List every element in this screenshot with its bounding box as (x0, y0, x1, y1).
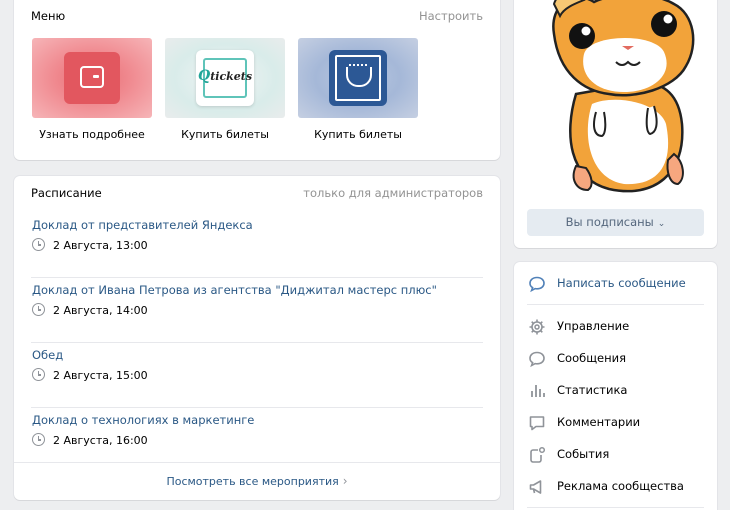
bar-chart-icon (531, 385, 545, 397)
events-icon (530, 446, 546, 463)
menu-title: Меню (31, 9, 66, 23)
event-time: 2 Августа, 16:00 (53, 434, 148, 447)
manage-label: Управление (557, 319, 630, 333)
write-message-button[interactable]: Написать сообщение (527, 273, 704, 297)
menu-item-thumbnail[interactable]: Qtickets (165, 38, 285, 118)
divider (527, 304, 704, 305)
comment-icon (529, 416, 545, 431)
statistics-link[interactable]: Статистика (527, 380, 704, 404)
subscribed-label: Вы подписаны (565, 215, 654, 229)
message-bubble-icon (529, 351, 545, 368)
ticket-cup-icon (335, 55, 381, 101)
community-ads-link[interactable]: Реклама сообщества (527, 476, 704, 500)
divider (527, 507, 704, 508)
megaphone-icon (529, 480, 542, 494)
schedule-admin-note: только для администраторов (303, 186, 483, 200)
event-time: 2 Августа, 15:00 (53, 369, 148, 382)
menu-item-thumbnail[interactable] (298, 38, 418, 118)
message-bubble-icon (529, 276, 545, 293)
menu-item-label: Узнать подробнее (39, 128, 145, 141)
messages-label: Сообщения (557, 351, 627, 365)
comments-label: Комментарии (557, 415, 641, 429)
community-actions-card: Написать сообщение Управление Сообщения … (514, 262, 717, 510)
community-ads-label: Реклама сообщества (557, 479, 684, 493)
wallet-icon (80, 66, 104, 88)
clock-icon (32, 368, 45, 381)
event-title-link[interactable]: Доклад от Ивана Петрова из агентства "Ди… (32, 283, 437, 297)
event-title-link[interactable]: Обед (32, 348, 63, 362)
gear-icon (529, 319, 545, 335)
qtickets-logo: Qtickets (198, 68, 253, 84)
all-events-label: Посмотреть все мероприятия (166, 475, 339, 488)
menu-item-thumbnail[interactable] (32, 38, 152, 118)
menu-item-buy-tickets[interactable]: Купить билеты (298, 38, 418, 141)
event-item: Обед 2 Августа, 15:00 (31, 343, 483, 408)
events-label: События (557, 447, 610, 461)
write-message-label: Написать сообщение (557, 276, 686, 290)
chevron-down-icon: ⌄ (657, 219, 666, 229)
event-time: 2 Августа, 14:00 (53, 304, 148, 317)
clock-icon (32, 433, 45, 446)
schedule-header: Расписание только для администраторов (31, 186, 483, 206)
menu-card: Меню Настроить Узнать подробнее Qtickets… (14, 0, 500, 160)
subscribed-button[interactable]: Вы подписаны ⌄ (527, 209, 704, 236)
clock-icon (32, 303, 45, 316)
schedule-card: Расписание только для администраторов До… (14, 176, 500, 500)
statistics-label: Статистика (557, 383, 628, 397)
menu-item-label: Купить билеты (314, 128, 402, 141)
menu-item-label: Купить билеты (181, 128, 269, 141)
event-item: Доклад от представителей Яндекса 2 Авгус… (31, 213, 483, 278)
chevron-right-icon: › (342, 474, 348, 488)
event-title-link[interactable]: Доклад о технологиях в маркетинге (32, 413, 254, 427)
menu-settings-link[interactable]: Настроить (419, 9, 483, 23)
event-item: Доклад от Ивана Петрова из агентства "Ди… (31, 278, 483, 343)
community-avatar-card: Вы подписаны ⌄ (514, 0, 717, 248)
schedule-title: Расписание (31, 186, 102, 200)
menu-item-buy-tickets-qtickets[interactable]: Qtickets Купить билеты (165, 38, 285, 141)
comments-link[interactable]: Комментарии (527, 412, 704, 436)
hamster-avatar[interactable] (514, 0, 717, 204)
manage-link[interactable]: Управление (527, 316, 704, 340)
clock-icon (32, 238, 45, 251)
event-title-link[interactable]: Доклад от представителей Яндекса (32, 218, 253, 232)
menu-item-learn-more[interactable]: Узнать подробнее (32, 38, 152, 141)
event-time: 2 Августа, 13:00 (53, 239, 148, 252)
events-link[interactable]: События (527, 444, 704, 468)
all-events-link[interactable]: Посмотреть все мероприятия › (14, 462, 500, 500)
messages-link[interactable]: Сообщения (527, 348, 704, 372)
menu-header: Меню Настроить (31, 9, 483, 29)
